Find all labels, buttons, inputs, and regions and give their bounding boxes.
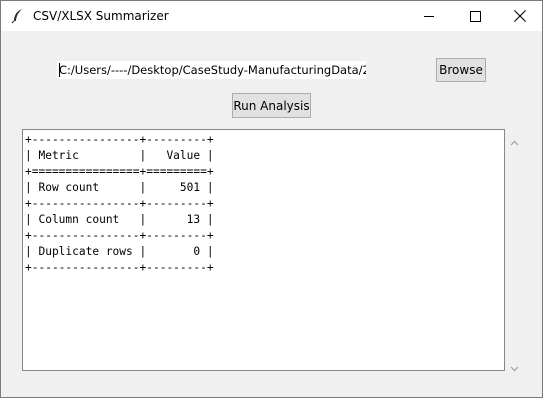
minimize-icon: [423, 11, 435, 22]
summary-table-text: +----------------+---------+ | Metric | …: [25, 133, 214, 274]
close-button[interactable]: [497, 1, 543, 31]
maximize-button[interactable]: [452, 1, 498, 31]
results-scrollbar[interactable]: [506, 129, 523, 372]
results-textbox[interactable]: +----------------+---------+ | Metric | …: [22, 129, 505, 371]
file-path-field[interactable]: C:/Users/----/Desktop/CaseStudy-Manufact…: [57, 61, 366, 79]
browse-button[interactable]: Browse: [436, 58, 486, 82]
scroll-up-icon[interactable]: [510, 133, 519, 146]
run-analysis-button[interactable]: Run Analysis: [232, 93, 311, 118]
feather-icon: [11, 8, 25, 24]
scroll-down-icon[interactable]: [510, 358, 519, 372]
app-window: CSV/XLSX Summarizer C:/Users/----/Deskto…: [0, 0, 543, 398]
title-bar[interactable]: CSV/XLSX Summarizer: [1, 1, 542, 31]
window-title: CSV/XLSX Summarizer: [33, 9, 169, 23]
maximize-icon: [469, 10, 481, 22]
text-caret: [59, 63, 60, 77]
minimize-button[interactable]: [406, 1, 452, 31]
close-icon: [514, 10, 526, 22]
